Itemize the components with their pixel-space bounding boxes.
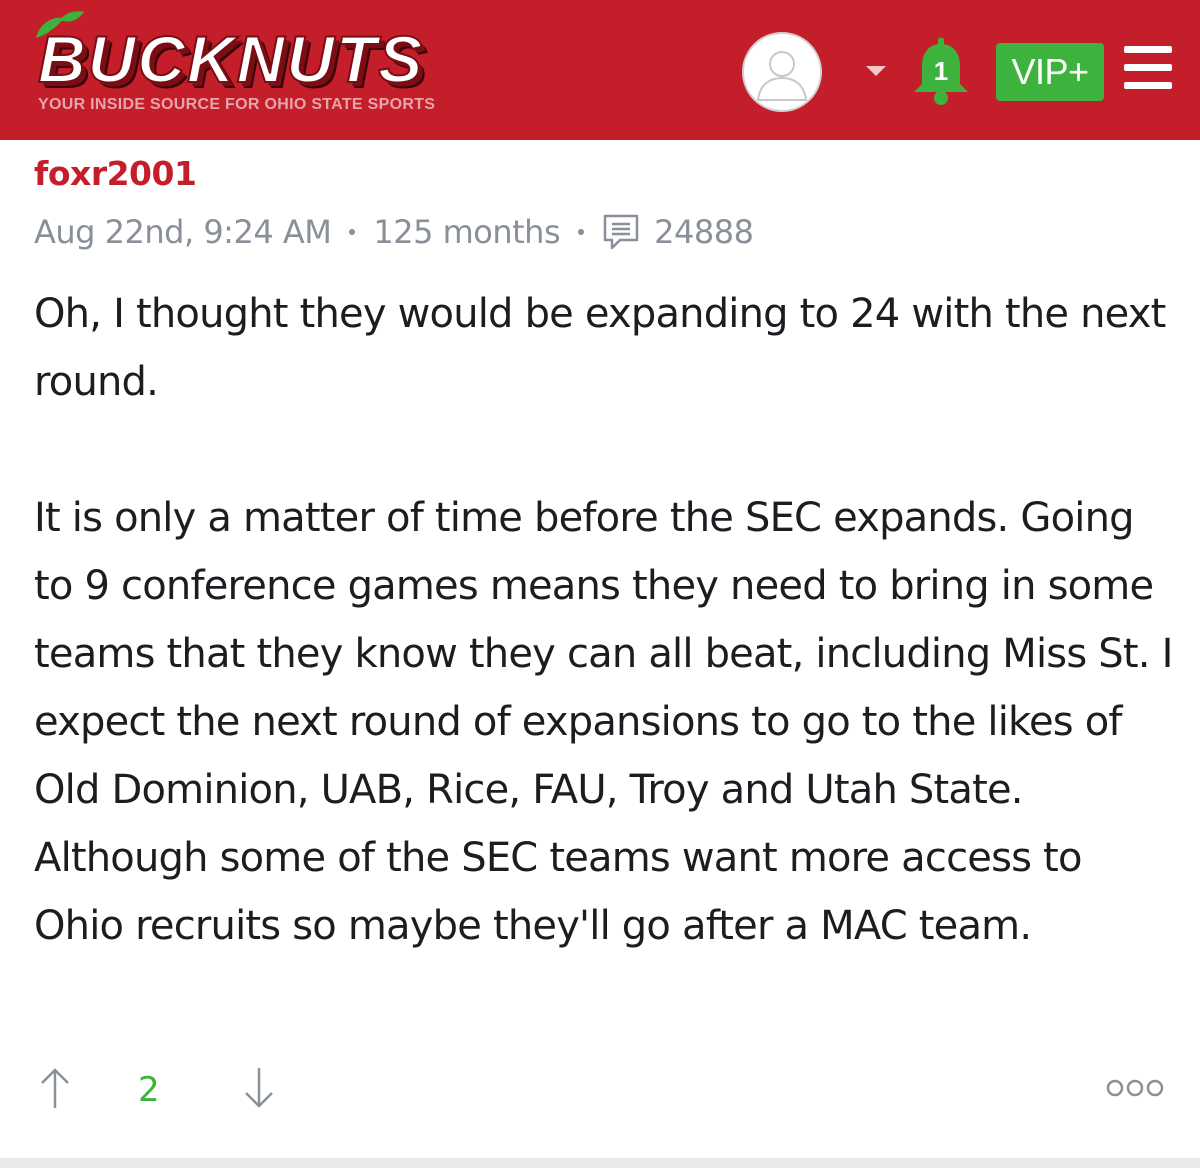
- notifications-button[interactable]: 1: [910, 38, 972, 106]
- notification-count: 1: [933, 56, 949, 86]
- chevron-down-icon[interactable]: [864, 64, 888, 78]
- site-header: BUCKNUTS YOUR INSIDE SOURCE FOR OHIO STA…: [0, 0, 1200, 140]
- divider: [0, 1158, 1200, 1168]
- logo-tagline: YOUR INSIDE SOURCE FOR OHIO STATE SPORTS: [38, 96, 436, 113]
- user-avatar[interactable]: [742, 32, 822, 112]
- site-logo[interactable]: BUCKNUTS YOUR INSIDE SOURCE FOR OHIO STA…: [30, 8, 510, 118]
- avatar-placeholder-icon: [756, 51, 808, 101]
- arrow-up-icon[interactable]: [38, 1066, 72, 1110]
- hamburger-menu-icon[interactable]: [1124, 46, 1172, 90]
- separator-dot: [349, 229, 356, 235]
- vote-score: 2: [138, 1070, 160, 1110]
- vip-button[interactable]: VIP+: [996, 43, 1104, 101]
- post-paragraph: Oh, I thought they would be expanding to…: [34, 291, 1166, 405]
- comment-icon: [603, 214, 639, 250]
- more-options-icon[interactable]: [1106, 1078, 1164, 1098]
- member-tenure: 125 months: [373, 213, 561, 251]
- post-timestamp: Aug 22nd, 9:24 AM: [34, 213, 332, 251]
- logo-wordmark: BUCKNUTS: [37, 22, 425, 96]
- post-author[interactable]: foxr2001: [34, 154, 197, 193]
- post-meta: Aug 22nd, 9:24 AM 125 months 24888: [34, 212, 754, 252]
- arrow-down-icon[interactable]: [242, 1066, 276, 1110]
- separator-dot: [578, 229, 585, 235]
- author-post-count: 24888: [654, 213, 754, 251]
- post-paragraph: It is only a matter of time before the S…: [34, 495, 1173, 949]
- post-body: Oh, I thought they would be expanding to…: [34, 280, 1174, 960]
- vote-bar: 2: [34, 1060, 1174, 1120]
